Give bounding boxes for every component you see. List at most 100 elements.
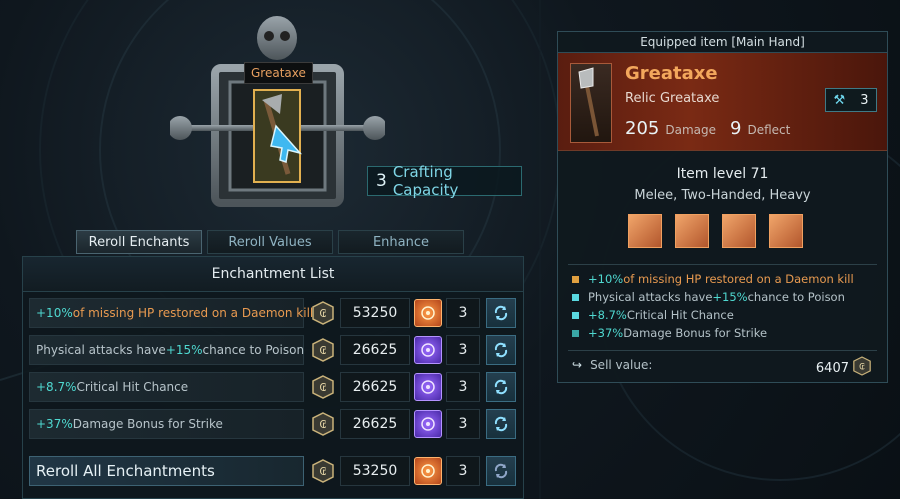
crafting-capacity-label: Crafting Capacity [392, 163, 459, 199]
enchant-cost: 53250 [340, 298, 410, 328]
currency-icon: ₢ [310, 458, 336, 484]
item-tags: Melee, Two-Handed, Heavy [634, 188, 811, 203]
crafting-capacity-value: 3 [376, 171, 387, 191]
reroll-all-icon[interactable] [486, 456, 516, 486]
deflect-value: 9 [730, 118, 742, 139]
sell-arrow-icon: ↪ [572, 358, 583, 372]
svg-text:₢: ₢ [320, 307, 327, 320]
enchant-text: Damage Bonus for Strike [623, 326, 768, 340]
svg-text:₢: ₢ [859, 362, 865, 372]
currency-icon: ₢ [310, 300, 336, 326]
enchant-value: +10% [588, 272, 624, 286]
enchant-description: Physical attacks have +15% chance to Poi… [29, 335, 304, 365]
hammer-icon: ⚒ [833, 92, 846, 108]
currency-icon: ₢ [310, 337, 336, 363]
crafting-altar [168, 8, 387, 213]
tooltip-enchant: +10% of missing HP restored on a Daemon … [572, 272, 854, 286]
reroll-icon[interactable] [486, 409, 516, 439]
crafting-value: 3 [860, 92, 869, 108]
enchant-row: +8.7% Critical Hit Chance ₢ 26625 3 [29, 371, 516, 403]
enchant-cost: 26625 [340, 372, 410, 402]
rune-icon [414, 336, 442, 364]
svg-text:₢: ₢ [320, 381, 327, 394]
tab-enhance[interactable]: Enhance [338, 230, 464, 254]
sell-value: 6407 ₢ [816, 356, 871, 380]
sweep-icon[interactable] [675, 214, 709, 248]
bullet-icon [572, 275, 579, 283]
tooltip-enchant: +37% Damage Bonus for Strike [572, 326, 767, 340]
reroll-all-button[interactable]: Reroll All Enchantments [29, 456, 304, 486]
tooltip-enchant: +8.7% Critical Hit Chance [572, 308, 734, 322]
enchant-value: +10% [36, 306, 73, 320]
item-tooltip: Equipped item [Main Hand] Greataxe Relic… [557, 31, 888, 383]
sell-value-label: ↪ Sell value: [572, 358, 652, 372]
bullet-icon [572, 329, 579, 337]
enchant-row: Physical attacks have +15% chance to Poi… [29, 334, 516, 366]
item-banner: Greataxe Relic Greataxe ⚒ 3 205 Damage 9… [558, 53, 887, 151]
bullet-icon [572, 311, 579, 319]
rune-quantity: 3 [446, 372, 480, 402]
enchant-text: of missing HP restored on a Daemon kill [623, 272, 854, 286]
enchant-text-post: chance to Poison [747, 290, 845, 304]
enchant-value: +15% [712, 290, 748, 304]
enchant-value: +37% [588, 326, 624, 340]
enchant-value: +15% [165, 343, 203, 357]
enchant-cost: 26625 [340, 409, 410, 439]
divider [568, 264, 877, 265]
reroll-icon[interactable] [486, 335, 516, 365]
item-stats: 205 Damage 9 Deflect [625, 118, 790, 139]
item-name-tag: Greataxe [244, 62, 313, 84]
currency-icon: ₢ [853, 356, 871, 380]
item-name: Greataxe [625, 63, 718, 84]
enchant-cost: 26625 [340, 335, 410, 365]
burst-icon[interactable] [769, 214, 803, 248]
enchant-row: +37% Damage Bonus for Strike ₢ 26625 3 [29, 408, 516, 440]
rune-icon [414, 457, 442, 485]
ability-icons [628, 214, 803, 248]
crafting-badge: ⚒ 3 [825, 88, 877, 112]
tab-bar: Reroll Enchants Reroll Values Enhance [76, 230, 464, 254]
damage-label: Damage [665, 123, 716, 137]
enchant-text-post: chance to Poison [202, 343, 305, 357]
reroll-icon[interactable] [486, 298, 516, 328]
tab-reroll-enchants[interactable]: Reroll Enchants [76, 230, 202, 254]
reroll-all-cost: 53250 [340, 456, 410, 486]
axe-strike-icon[interactable] [628, 214, 662, 248]
enchant-description: +10% of missing HP restored on a Daemon … [29, 298, 313, 328]
rune-quantity: 3 [446, 409, 480, 439]
enchant-description: +8.7% Critical Hit Chance [29, 372, 304, 402]
rune-icon [414, 410, 442, 438]
enchantment-list-panel: Enchantment List +10% of missing HP rest… [22, 256, 524, 499]
item-type: Relic Greataxe [625, 91, 720, 106]
sell-label: Sell value: [590, 358, 653, 372]
damage-value: 205 [625, 118, 660, 139]
tooltip-header: Equipped item [Main Hand] [558, 32, 887, 53]
crafting-capacity: 3 Crafting Capacity [367, 163, 522, 199]
reroll-icon[interactable] [486, 372, 516, 402]
bullet-icon [572, 293, 579, 301]
rune-icon [414, 299, 442, 327]
divider [568, 350, 877, 351]
enchant-text: Physical attacks have [588, 290, 713, 304]
enchant-text: Damage Bonus for Strike [72, 417, 223, 431]
enchant-text: Physical attacks have [36, 343, 166, 357]
sell-amount: 6407 [815, 360, 849, 376]
tooltip-enchant: Physical attacks have +15% chance to Poi… [572, 290, 845, 304]
rune-quantity: 3 [446, 456, 480, 486]
enchant-value: +37% [36, 417, 73, 431]
deflect-label: Deflect [747, 123, 791, 137]
reroll-all-row: Reroll All Enchantments ₢ 53250 3 [29, 455, 516, 487]
rune-icon [414, 373, 442, 401]
currency-icon: ₢ [310, 374, 336, 400]
rune-quantity: 3 [446, 335, 480, 365]
whirl-icon[interactable] [722, 214, 756, 248]
enchant-value: +8.7% [36, 380, 77, 394]
svg-text:₢: ₢ [320, 418, 327, 431]
enchant-text: Critical Hit Chance [626, 308, 734, 322]
svg-text:₢: ₢ [320, 465, 327, 478]
enchantment-list-title: Enchantment List [23, 257, 523, 292]
tab-reroll-values[interactable]: Reroll Values [207, 230, 333, 254]
rune-quantity: 3 [446, 298, 480, 328]
svg-text:₢: ₢ [320, 344, 327, 357]
enchant-text: of missing HP restored on a Daemon kill [72, 306, 314, 320]
